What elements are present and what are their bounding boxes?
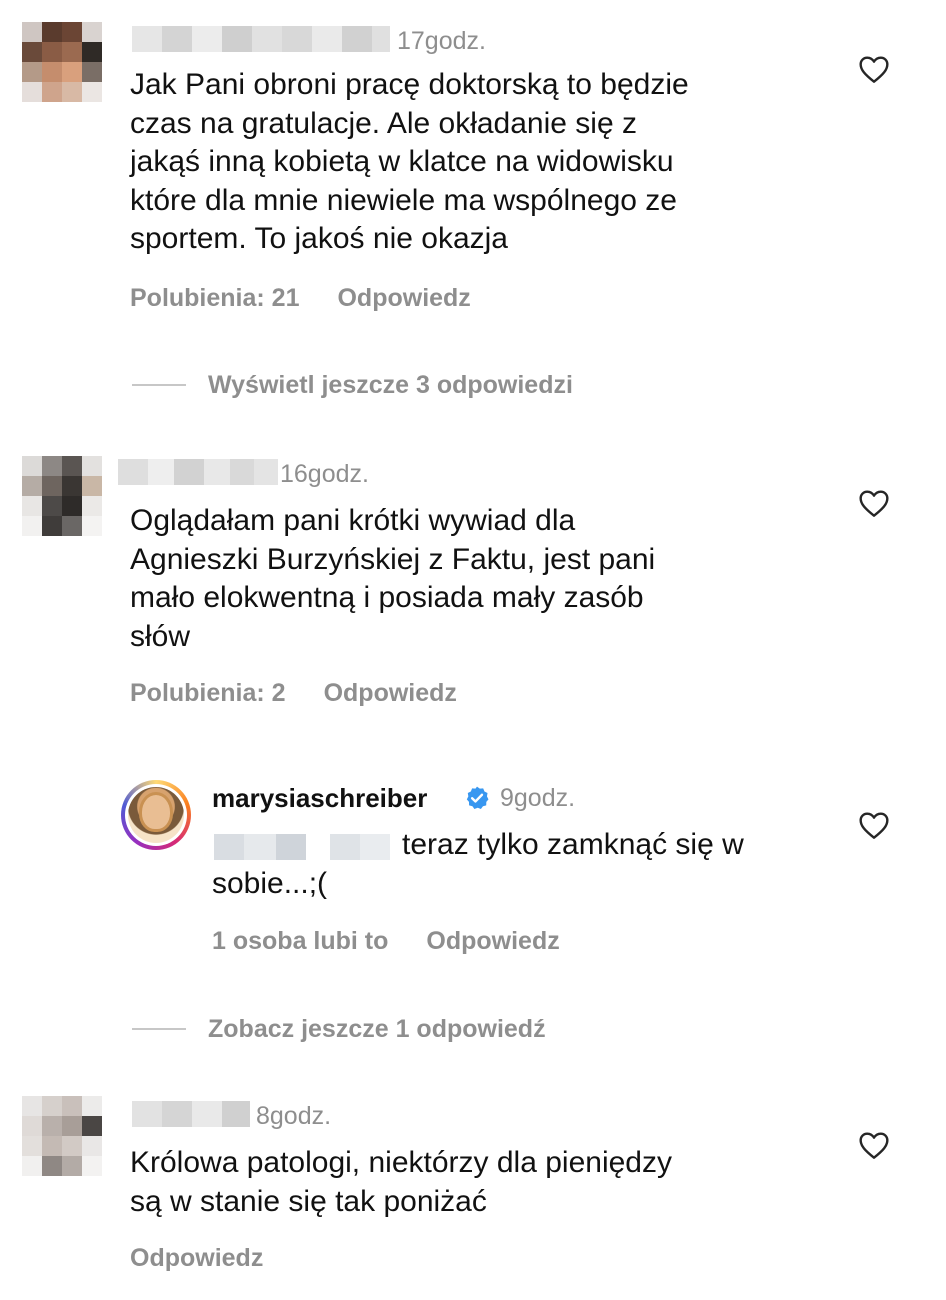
comment-text-line: czas na gratulacje. Ale okładanie się z — [130, 106, 637, 140]
comment-text: Oglądałam pani krótki wywiad dla Agniesz… — [130, 502, 655, 656]
reply-actions: 1 osoba lubi to Odpowiedz — [212, 927, 560, 956]
thread-divider — [132, 1028, 186, 1030]
heart-outline-icon[interactable] — [858, 488, 890, 518]
comment-text-line: które dla mnie niewiele ma wspólnego ze — [130, 183, 677, 217]
reply-button[interactable]: Odpowiedz — [337, 284, 470, 312]
comment-text-line: Agnieszki Burzyńskiej z Faktu, jest pani — [130, 542, 656, 576]
likes-count-link[interactable]: 1 osoba lubi to — [212, 927, 388, 955]
heart-outline-icon[interactable] — [858, 54, 890, 84]
comment-text-line: Jak Pani obroni pracę doktorską to będzi… — [130, 68, 689, 101]
username-blurred[interactable] — [118, 459, 278, 485]
reply-button[interactable]: Odpowiedz — [130, 1244, 263, 1272]
reply-timestamp: 9godz. — [500, 784, 576, 812]
comment-text-line: sportem. To jakoś nie okazja — [130, 222, 508, 255]
heart-outline-icon[interactable] — [858, 810, 890, 840]
comment-actions: Polubienia: 2 Odpowiedz — [130, 679, 457, 708]
view-more-replies-button[interactable]: Zobacz jeszcze 1 odpowiedź — [208, 1015, 546, 1044]
avatar — [128, 787, 184, 843]
comment-timestamp: 16godz. — [280, 460, 369, 488]
avatar-blurred[interactable] — [22, 22, 102, 102]
comment-text-line: Królowa patologi, niektórzy dla pieniędz… — [130, 1146, 672, 1179]
verified-badge-icon — [464, 785, 490, 811]
username-blurred[interactable] — [132, 1101, 250, 1127]
reply-text-line: sobie...;( — [212, 866, 328, 900]
avatar-blurred[interactable] — [22, 1096, 102, 1176]
comment-text-line: jakąś inną kobietą w klatce na widowisku — [130, 145, 674, 178]
username[interactable]: marysiaschreiber — [212, 783, 427, 814]
reply-text-line: teraz tylko zamknąć się w — [402, 828, 744, 861]
likes-count-link[interactable]: Polubienia: 21 — [130, 284, 299, 312]
comment-text-line: mało elokwentną i posiada mały zasób — [130, 581, 644, 614]
likes-count-link[interactable]: Polubienia: 2 — [130, 679, 286, 707]
username-blurred[interactable] — [132, 26, 390, 52]
reply-button[interactable]: Odpowiedz — [426, 927, 559, 955]
heart-outline-icon[interactable] — [858, 1130, 890, 1160]
view-more-replies-button[interactable]: Wyświetl jeszcze 3 odpowiedzi — [208, 371, 573, 400]
comment-text-line: Oglądałam pani krótki wywiad dla — [130, 504, 576, 537]
reply-button[interactable]: Odpowiedz — [324, 679, 457, 707]
reply-text: teraz tylko zamknąć się w sobie...;( — [212, 826, 744, 903]
avatar-story-ring[interactable] — [121, 780, 191, 850]
comment-text-line: słów — [130, 619, 191, 653]
comment-actions: Polubienia: 21 Odpowiedz — [130, 284, 471, 313]
comment-actions: Odpowiedz — [130, 1244, 263, 1273]
comment-text: Jak Pani obroni pracę doktorską to będzi… — [130, 66, 689, 259]
avatar-blurred[interactable] — [22, 456, 102, 536]
comment-timestamp: 17godz. — [397, 27, 486, 55]
comment-text: Królowa patologi, niektórzy dla pieniędz… — [130, 1144, 672, 1221]
comment-timestamp: 8godz. — [256, 1102, 332, 1130]
thread-divider — [132, 384, 186, 386]
comment-text-line: są w stanie się tak poniżać — [130, 1184, 487, 1218]
